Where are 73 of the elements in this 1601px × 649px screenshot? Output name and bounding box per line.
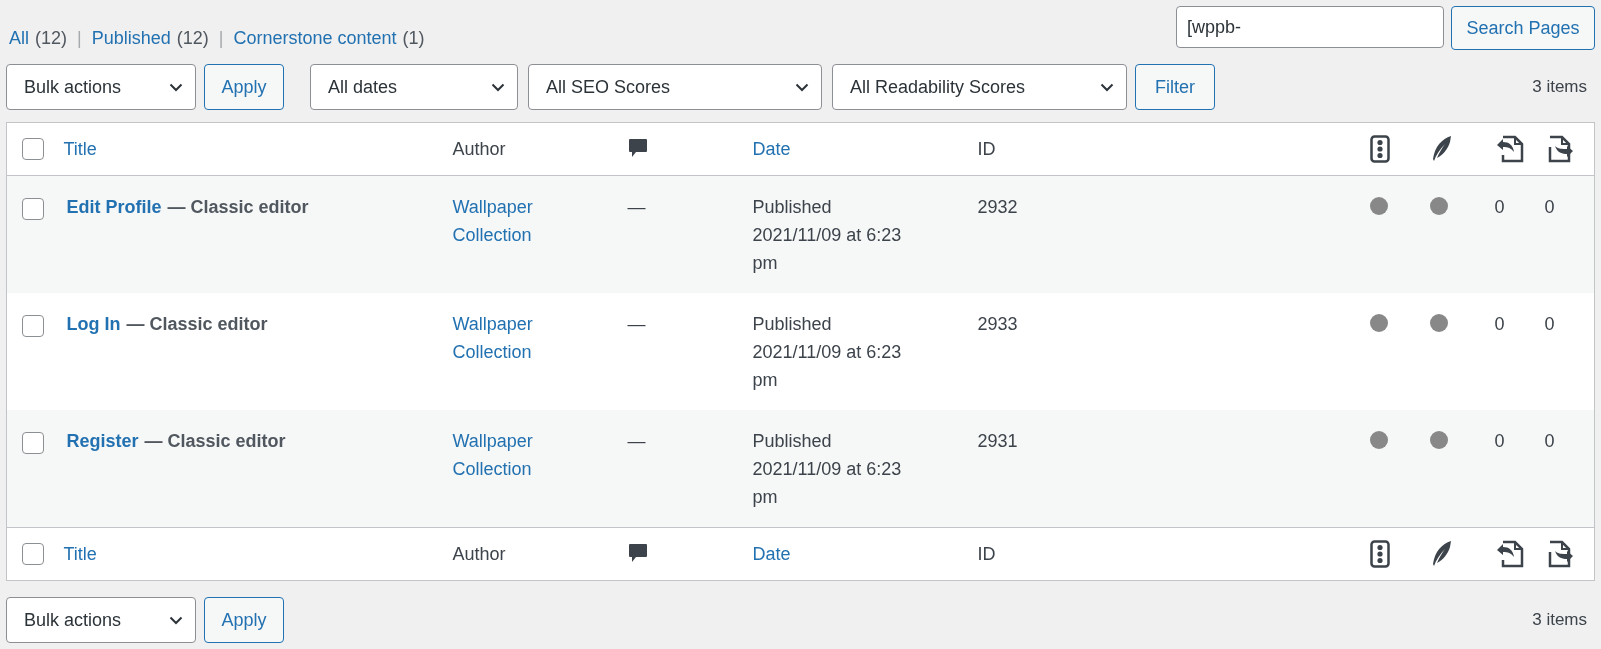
post-date: 2021/11/09 at 6:23 pm bbox=[752, 341, 903, 392]
post-state: — Classic editor bbox=[126, 313, 268, 336]
checkbox[interactable] bbox=[22, 198, 44, 221]
comment-count: — bbox=[627, 431, 646, 451]
checkbox[interactable] bbox=[22, 315, 44, 338]
comment-count: — bbox=[627, 197, 646, 217]
dropdown[interactable]: All dates bbox=[310, 64, 518, 110]
dropdown[interactable]: All SEO Scores bbox=[528, 64, 822, 110]
outgoing-links-count: 0 bbox=[1544, 431, 1555, 451]
filter-count: (12) bbox=[176, 28, 209, 49]
apply-button[interactable]: Apply bbox=[204, 64, 284, 110]
dropdown[interactable]: All Readability Scores bbox=[832, 64, 1127, 110]
filter-link[interactable]: Cornerstone content bbox=[233, 28, 397, 49]
seo-score-dot bbox=[1369, 314, 1388, 332]
page-title-link[interactable]: Register bbox=[66, 427, 139, 455]
post-status: Published bbox=[752, 196, 833, 219]
chevron-down-icon bbox=[795, 82, 809, 92]
separator: | bbox=[218, 28, 224, 49]
post-status: Published bbox=[752, 313, 833, 336]
column-header: ID bbox=[977, 543, 996, 564]
outgoing-links-count: 0 bbox=[1544, 314, 1555, 334]
chevron-down-icon bbox=[491, 82, 505, 92]
column-header: ID bbox=[977, 138, 996, 159]
separator: | bbox=[77, 28, 82, 49]
post-status: Published bbox=[752, 430, 833, 453]
incoming-links-count: 0 bbox=[1494, 314, 1505, 334]
checkbox[interactable] bbox=[22, 543, 44, 566]
item-count: 3 items bbox=[1532, 77, 1588, 97]
comment-count: — bbox=[627, 314, 646, 334]
checkbox[interactable] bbox=[22, 432, 44, 455]
page-title-link[interactable]: Edit Profile bbox=[66, 193, 162, 221]
filter-count: (12) bbox=[35, 28, 68, 49]
chevron-down-icon bbox=[169, 82, 183, 92]
dropdown[interactable]: Bulk actions bbox=[6, 597, 196, 643]
readability-score-dot bbox=[1429, 197, 1448, 215]
post-state: — Classic editor bbox=[144, 430, 286, 453]
incoming-links-count: 0 bbox=[1494, 431, 1505, 451]
chevron-down-icon bbox=[1100, 82, 1114, 92]
readability-score-dot bbox=[1429, 431, 1448, 449]
post-state: — Classic editor bbox=[167, 196, 309, 219]
column-header: Author bbox=[452, 138, 506, 159]
readability-score-dot bbox=[1429, 314, 1448, 332]
checkbox[interactable] bbox=[22, 138, 44, 161]
author-link[interactable]: Wallpaper Collection bbox=[452, 193, 563, 249]
page-id: 2932 bbox=[977, 197, 1018, 217]
author-link[interactable]: Wallpaper Collection bbox=[452, 310, 563, 366]
traffic-light-icon bbox=[1369, 135, 1390, 163]
incoming-links-count: 0 bbox=[1494, 197, 1505, 217]
item-count: 3 items bbox=[1532, 610, 1588, 630]
column-header-link[interactable]: Date bbox=[752, 543, 791, 564]
seo-score-dot bbox=[1369, 431, 1388, 449]
column-header: Author bbox=[452, 543, 506, 564]
search-pages-button[interactable]: Search Pages bbox=[1451, 6, 1595, 50]
filter-count: (1) bbox=[402, 28, 425, 49]
page-id: 2931 bbox=[977, 431, 1018, 451]
page-title-link[interactable]: Log In bbox=[66, 310, 121, 338]
apply-button[interactable]: Apply bbox=[204, 597, 284, 643]
traffic-light-icon bbox=[1369, 540, 1390, 568]
column-header-link[interactable]: Date bbox=[752, 138, 791, 159]
filter-link[interactable]: All bbox=[9, 28, 29, 49]
post-date: 2021/11/09 at 6:23 pm bbox=[752, 458, 903, 509]
search-field[interactable]: [wppb- bbox=[1176, 6, 1444, 48]
column-header-link[interactable]: Title bbox=[63, 543, 97, 564]
filter-link[interactable]: Published bbox=[91, 28, 171, 49]
seo-score-dot bbox=[1369, 197, 1388, 215]
author-link[interactable]: Wallpaper Collection bbox=[452, 427, 563, 483]
filter-button[interactable]: Filter bbox=[1135, 64, 1215, 110]
page-id: 2933 bbox=[977, 314, 1018, 334]
chevron-down-icon bbox=[169, 615, 183, 625]
outgoing-links-count: 0 bbox=[1544, 197, 1555, 217]
column-header-link[interactable]: Title bbox=[63, 138, 97, 159]
post-date: 2021/11/09 at 6:23 pm bbox=[752, 224, 903, 275]
dropdown[interactable]: Bulk actions bbox=[6, 64, 196, 110]
